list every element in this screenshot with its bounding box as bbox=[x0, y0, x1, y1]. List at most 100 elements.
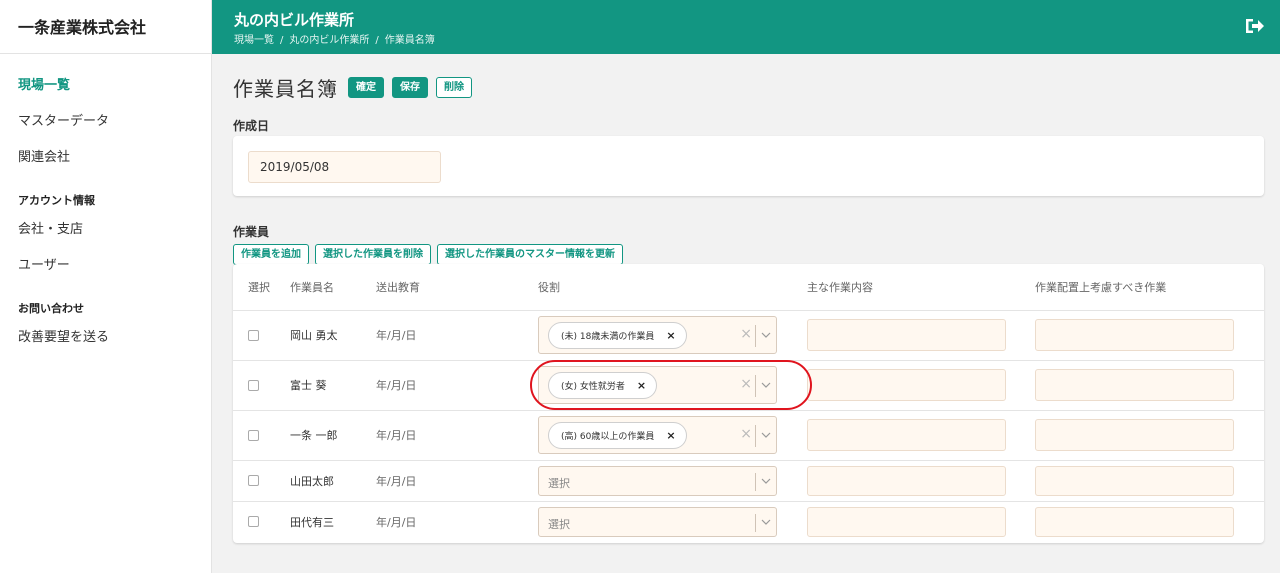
clear-icon[interactable]: × bbox=[740, 376, 752, 392]
column-consideration: 作業配置上考慮すべき作業 bbox=[1035, 264, 1264, 311]
column-main-work: 主な作業内容 bbox=[807, 264, 1035, 311]
select-divider bbox=[755, 375, 756, 397]
sidebar-item-users[interactable]: ユーザー bbox=[0, 248, 211, 284]
update-master-info-button[interactable]: 選択した作業員のマスター情報を更新 bbox=[437, 244, 623, 265]
select-divider bbox=[755, 513, 756, 532]
creation-date-label: 作成日 bbox=[233, 119, 270, 133]
sidebar-item-master-data[interactable]: マスターデータ bbox=[0, 104, 211, 140]
table-header-row: 選択 作業員名 送出教育 役割 主な作業内容 作業配置上考慮すべき作業 bbox=[233, 264, 1264, 311]
table-row: 富士 葵 年/月/日 (女) 女性就労者 × × bbox=[233, 360, 1264, 411]
table-row: 山田太郎 年/月/日 選択 bbox=[233, 460, 1264, 502]
education-date[interactable]: 年/月/日 bbox=[376, 501, 538, 542]
role-select[interactable]: 選択 bbox=[538, 465, 777, 496]
main-work-input[interactable] bbox=[807, 506, 1006, 537]
role-select-placeholder: 選択 bbox=[548, 517, 570, 531]
education-date[interactable]: 年/月/日 bbox=[376, 410, 538, 461]
role-tag-label: (未) 18歳未満の作業員 bbox=[561, 332, 655, 342]
column-select: 選択 bbox=[233, 264, 290, 311]
role-tag: (未) 18歳未満の作業員 × bbox=[548, 322, 687, 349]
sidebar-nav: 現場一覧 マスターデータ 関連会社 アカウント情報 会社・支店 ユーザー お問い… bbox=[0, 54, 211, 356]
add-worker-button[interactable]: 作業員を追加 bbox=[233, 244, 309, 265]
breadcrumb-item-sites[interactable]: 現場一覧 bbox=[234, 31, 274, 46]
table-row: 一条 一郎 年/月/日 (高) 60歳以上の作業員 × × bbox=[233, 410, 1264, 461]
table-row: 岡山 勇太 年/月/日 (未) 18歳未満の作業員 × × bbox=[233, 310, 1264, 361]
creation-date-card: 2019/05/08 bbox=[233, 136, 1264, 196]
clear-icon[interactable]: × bbox=[740, 326, 752, 342]
select-divider bbox=[755, 472, 756, 491]
select-divider bbox=[755, 325, 756, 347]
worker-name: 田代有三 bbox=[290, 515, 334, 529]
chevron-down-icon[interactable] bbox=[761, 330, 771, 340]
role-tag: (女) 女性就労者 × bbox=[548, 372, 658, 399]
column-role: 役割 bbox=[538, 264, 807, 311]
worker-name: 岡山 勇太 bbox=[290, 310, 376, 361]
company-name: 一条産業株式会社 bbox=[0, 0, 211, 54]
consideration-input[interactable] bbox=[1035, 369, 1234, 401]
sidebar-item-related-companies[interactable]: 関連会社 bbox=[0, 140, 211, 176]
role-select-placeholder: 選択 bbox=[548, 476, 570, 490]
sidebar-heading-contact: お問い合わせ bbox=[18, 302, 84, 315]
row-select-checkbox[interactable] bbox=[248, 379, 259, 391]
sidebar-heading-account: アカウント情報 bbox=[18, 194, 95, 207]
breadcrumb-separator: / bbox=[375, 35, 379, 46]
role-select[interactable]: (未) 18歳未満の作業員 × × bbox=[538, 316, 777, 354]
chevron-down-icon[interactable] bbox=[761, 517, 771, 527]
main-work-input[interactable] bbox=[807, 419, 1006, 451]
creation-date-input[interactable]: 2019/05/08 bbox=[248, 151, 441, 183]
remove-tag-icon[interactable]: × bbox=[637, 379, 646, 392]
worker-name: 一条 一郎 bbox=[290, 410, 376, 461]
delete-selected-workers-button[interactable]: 選択した作業員を削除 bbox=[315, 244, 431, 265]
sidebar-item-company-branch[interactable]: 会社・支店 bbox=[0, 212, 211, 248]
role-select[interactable]: 選択 bbox=[538, 506, 777, 537]
save-button[interactable]: 保存 bbox=[392, 76, 428, 98]
sidebar-item-feedback[interactable]: 改善要望を送る bbox=[0, 320, 211, 356]
sidebar: 一条産業株式会社 現場一覧 マスターデータ 関連会社 アカウント情報 会社・支店… bbox=[0, 0, 212, 573]
logout-icon[interactable] bbox=[1244, 16, 1266, 36]
role-tag-label: (高) 60歳以上の作業員 bbox=[561, 432, 655, 442]
table-row: 田代有三 年/月/日 選択 bbox=[233, 501, 1264, 542]
role-tag: (高) 60歳以上の作業員 × bbox=[548, 422, 687, 449]
role-tag-label: (女) 女性就労者 bbox=[561, 382, 625, 392]
remove-tag-icon[interactable]: × bbox=[666, 429, 675, 442]
consideration-input[interactable] bbox=[1035, 419, 1234, 451]
education-date[interactable]: 年/月/日 bbox=[376, 360, 538, 411]
row-select-checkbox[interactable] bbox=[248, 429, 259, 441]
workers-table: 選択 作業員名 送出教育 役割 主な作業内容 作業配置上考慮すべき作業 岡山 勇… bbox=[233, 264, 1264, 542]
sidebar-item-sites[interactable]: 現場一覧 bbox=[0, 68, 211, 104]
workers-label: 作業員 bbox=[233, 225, 270, 239]
chevron-down-icon[interactable] bbox=[761, 430, 771, 440]
row-select-checkbox[interactable] bbox=[248, 329, 259, 341]
row-select-checkbox[interactable] bbox=[248, 475, 259, 486]
breadcrumb-separator: / bbox=[280, 35, 284, 46]
delete-button[interactable]: 削除 bbox=[436, 76, 472, 98]
column-education: 送出教育 bbox=[376, 264, 538, 311]
breadcrumb-item-site[interactable]: 丸の内ビル作業所 bbox=[289, 31, 369, 46]
consideration-input[interactable] bbox=[1035, 465, 1234, 496]
chevron-down-icon[interactable] bbox=[761, 476, 771, 486]
remove-tag-icon[interactable]: × bbox=[666, 329, 675, 342]
breadcrumb-item-current: 作業員名簿 bbox=[384, 35, 435, 46]
confirm-button[interactable]: 確定 bbox=[348, 76, 384, 98]
workers-table-card: 選択 作業員名 送出教育 役割 主な作業内容 作業配置上考慮すべき作業 岡山 勇… bbox=[233, 264, 1264, 543]
consideration-input[interactable] bbox=[1035, 319, 1234, 351]
site-title: 丸の内ビル作業所 bbox=[234, 11, 355, 29]
main-work-input[interactable] bbox=[807, 465, 1006, 496]
role-select[interactable]: (高) 60歳以上の作業員 × × bbox=[538, 416, 777, 454]
chevron-down-icon[interactable] bbox=[761, 380, 771, 390]
consideration-input[interactable] bbox=[1035, 506, 1234, 537]
role-select[interactable]: (女) 女性就労者 × × bbox=[538, 366, 777, 404]
breadcrumb: 現場一覧 / 丸の内ビル作業所 / 作業員名簿 bbox=[234, 31, 435, 46]
worker-name: 富士 葵 bbox=[290, 360, 376, 411]
column-name: 作業員名 bbox=[290, 264, 376, 311]
education-date[interactable]: 年/月/日 bbox=[376, 460, 538, 502]
main-work-input[interactable] bbox=[807, 319, 1006, 351]
select-divider bbox=[755, 425, 756, 447]
main-work-input[interactable] bbox=[807, 369, 1006, 401]
main-content: 作業員名簿 確定 保存 削除 作成日 2019/05/08 作業員 作業員を追加… bbox=[212, 54, 1280, 573]
row-select-checkbox[interactable] bbox=[248, 516, 259, 528]
education-date[interactable]: 年/月/日 bbox=[376, 310, 538, 361]
page-title-row: 作業員名簿 確定 保存 削除 bbox=[233, 74, 480, 101]
worker-actions: 作業員を追加 選択した作業員を削除 選択した作業員のマスター情報を更新 bbox=[233, 244, 629, 265]
clear-icon[interactable]: × bbox=[740, 426, 752, 442]
top-header: 丸の内ビル作業所 現場一覧 / 丸の内ビル作業所 / 作業員名簿 bbox=[212, 0, 1280, 54]
